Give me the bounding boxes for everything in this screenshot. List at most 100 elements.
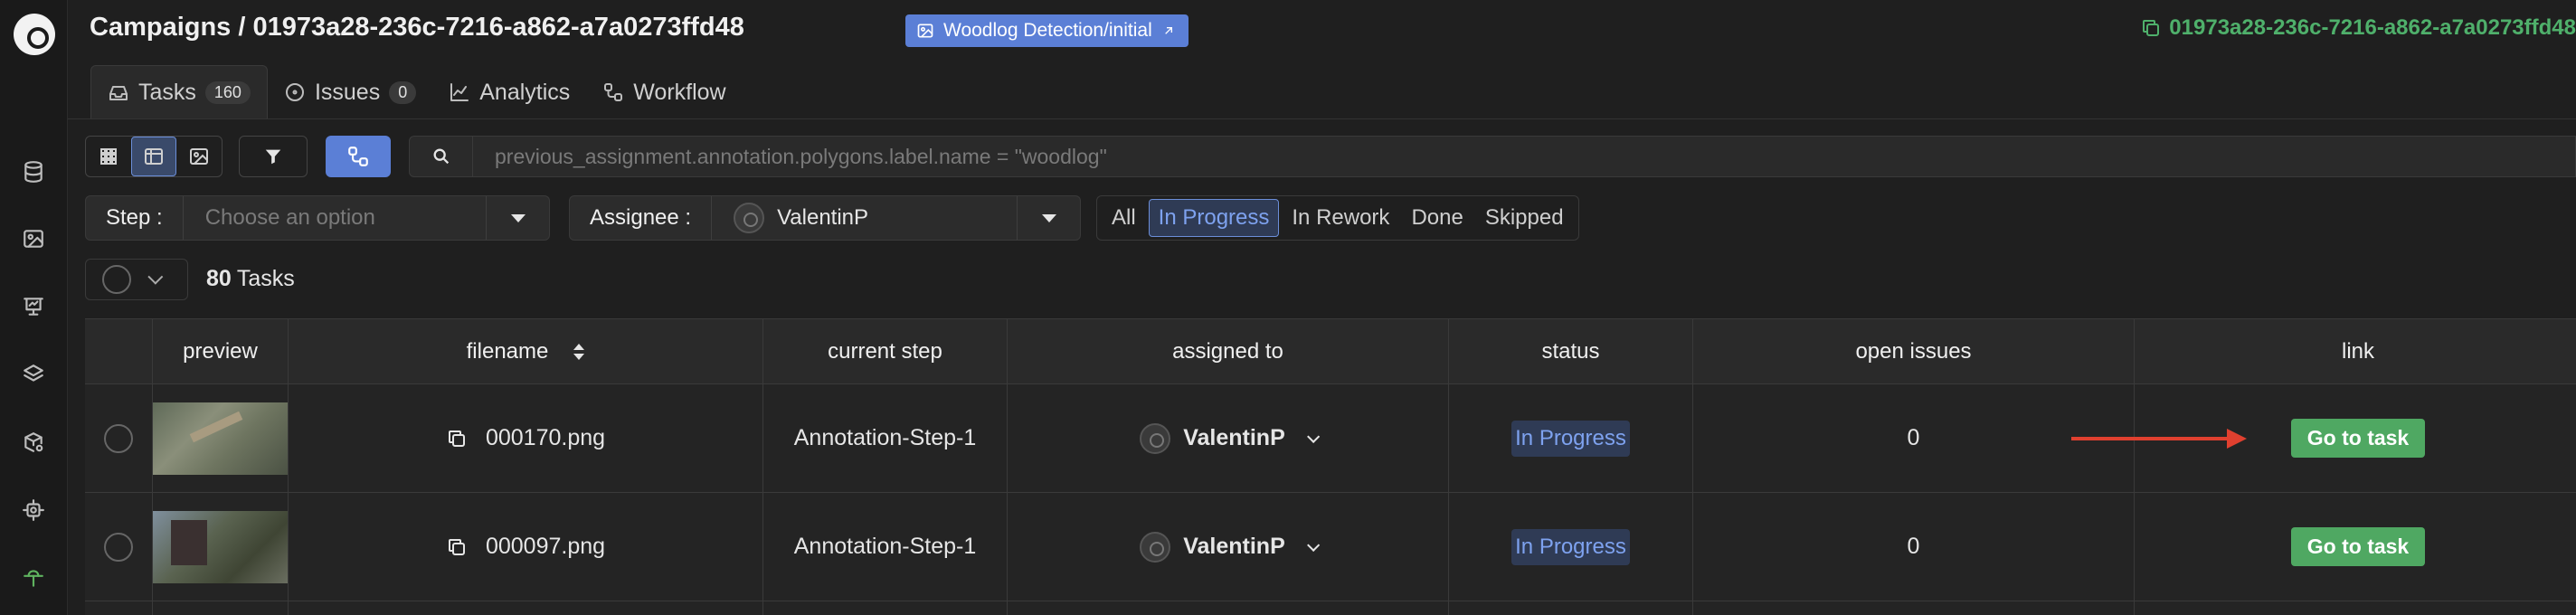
chart-icon <box>450 83 469 101</box>
image-icon <box>190 148 208 165</box>
grid-icon <box>100 148 117 165</box>
tabs: Tasks 160 Issues 0 Analytics Workflow <box>90 65 743 119</box>
tasks-table: preview filename current step assigned t… <box>85 318 2576 615</box>
settings-icon[interactable] <box>20 497 47 524</box>
status-filter-done[interactable]: Done <box>1402 200 1472 236</box>
assignee-value: ValentinP <box>712 196 1017 240</box>
image-view-button[interactable] <box>176 137 222 176</box>
search-input[interactable] <box>473 137 2575 176</box>
copy-icon[interactable] <box>446 428 468 449</box>
preview-thumbnail[interactable] <box>153 402 288 475</box>
copy-icon[interactable] <box>446 536 468 558</box>
chevron-down-icon <box>1017 196 1080 240</box>
filter-button[interactable] <box>239 136 308 177</box>
header-preview: preview <box>153 319 289 383</box>
select-all-dropdown[interactable] <box>85 259 188 300</box>
preview-thumbnail[interactable] <box>153 510 288 583</box>
table-row: 000170.png Annotation-Step-1 ValentinP I… <box>85 384 2576 493</box>
workflow-icon <box>604 83 623 101</box>
avatar <box>1140 531 1171 563</box>
presentation-icon[interactable] <box>20 293 47 320</box>
current-step: Annotation-Step-1 <box>763 384 1008 492</box>
table-row <box>85 601 2576 615</box>
header-link: link <box>2341 338 2374 364</box>
copy-id-button[interactable]: 01973a28-236c-7216-a862-a7a0273ffd48 <box>2140 15 2576 41</box>
campaign-icon[interactable] <box>20 564 47 591</box>
status-filter-skipped[interactable]: Skipped <box>1476 200 1573 236</box>
project-tag[interactable]: Woodlog Detection/initial <box>905 14 1189 47</box>
header-assigned-to: assigned to <box>1008 319 1449 383</box>
go-to-task-button[interactable]: Go to task <box>2290 419 2426 458</box>
tab-issues-label: Issues <box>314 79 381 105</box>
tab-analytics[interactable]: Analytics <box>432 65 586 119</box>
row-checkbox[interactable] <box>104 423 133 453</box>
tabs-divider <box>68 118 2576 119</box>
issues-count-badge: 0 <box>389 80 417 104</box>
header-filename[interactable]: filename <box>289 319 763 383</box>
select-all-checkbox[interactable] <box>102 265 131 294</box>
search-icon[interactable] <box>410 136 473 177</box>
task-count: 80 Tasks <box>206 266 295 292</box>
copy-icon <box>2143 20 2160 36</box>
arrow-annotation <box>2071 429 2247 449</box>
header-status: status <box>1449 319 1693 383</box>
issue-icon <box>285 83 304 101</box>
external-link-icon <box>1164 27 1172 34</box>
assignee-dropdown[interactable]: ValentinP <box>1140 422 1320 454</box>
database-icon[interactable] <box>20 158 47 185</box>
assignee-dropdown[interactable]: ValentinP <box>1140 531 1320 563</box>
filename: 000097.png <box>485 534 606 559</box>
tasks-count-badge: 160 <box>204 81 251 104</box>
status-filter-in-progress[interactable]: In Progress <box>1148 199 1280 237</box>
status-filter-in-rework[interactable]: In Rework <box>1283 200 1398 236</box>
avatar <box>1140 422 1171 454</box>
image-icon[interactable] <box>20 225 47 252</box>
tab-tasks[interactable]: Tasks 160 <box>90 65 268 119</box>
current-step: Annotation-Step-1 <box>763 493 1008 601</box>
status-filter-all[interactable]: All <box>1103 200 1145 236</box>
header: Campaigns / 01973a28-236c-7216-a862-a7a0… <box>68 0 2576 62</box>
table-view-button[interactable] <box>131 137 176 176</box>
layers-icon[interactable] <box>20 361 47 388</box>
header-open-issues: open issues <box>1693 319 2135 383</box>
tab-workflow-label: Workflow <box>633 79 726 105</box>
table-row: 000097.png Annotation-Step-1 ValentinP I… <box>85 493 2576 601</box>
table-icon <box>145 148 163 165</box>
assignee-value-label: ValentinP <box>777 205 869 230</box>
assignee-select[interactable]: Assignee : ValentinP <box>569 195 1081 241</box>
chevron-down-icon <box>1306 430 1320 443</box>
filter-icon <box>265 149 281 165</box>
page-title: Campaigns / 01973a28-236c-7216-a862-a7a0… <box>90 13 744 42</box>
row-checkbox[interactable] <box>104 532 133 562</box>
tab-issues[interactable]: Issues 0 <box>268 65 432 119</box>
header-filename-label: filename <box>466 338 549 364</box>
avatar <box>734 203 765 233</box>
status-filter: All In Progress In Rework Done Skipped <box>1096 195 1579 241</box>
open-issues: 0 <box>1693 384 2135 492</box>
header-current-step: current step <box>763 319 1008 383</box>
workflow-filter-button[interactable] <box>326 136 391 177</box>
inbox-icon <box>109 85 128 100</box>
copy-id-label: 01973a28-236c-7216-a862-a7a0273ffd48 <box>2169 15 2576 40</box>
step-label: Step : <box>86 196 184 240</box>
chevron-down-icon <box>486 196 549 240</box>
go-to-task-button[interactable]: Go to task <box>2290 527 2426 566</box>
workflow-icon <box>348 147 368 166</box>
assignee-name: ValentinP <box>1183 534 1285 559</box>
assignee-name: ValentinP <box>1183 425 1285 450</box>
tab-tasks-label: Tasks <box>138 80 196 105</box>
sort-icon[interactable] <box>573 343 585 360</box>
filename: 000170.png <box>485 425 606 450</box>
tab-workflow[interactable]: Workflow <box>586 65 742 119</box>
package-settings-icon[interactable] <box>20 429 47 456</box>
status-badge: In Progress <box>1511 420 1630 457</box>
chevron-down-icon <box>1306 538 1320 552</box>
app-logo[interactable] <box>14 14 55 55</box>
tab-analytics-label: Analytics <box>479 79 571 105</box>
task-count-number: 80 <box>206 266 232 291</box>
status-badge: In Progress <box>1511 528 1630 565</box>
step-select[interactable]: Step : Choose an option <box>85 195 550 241</box>
step-value: Choose an option <box>204 205 375 230</box>
grid-view-button[interactable] <box>86 137 131 176</box>
assignee-label: Assignee : <box>570 196 713 240</box>
